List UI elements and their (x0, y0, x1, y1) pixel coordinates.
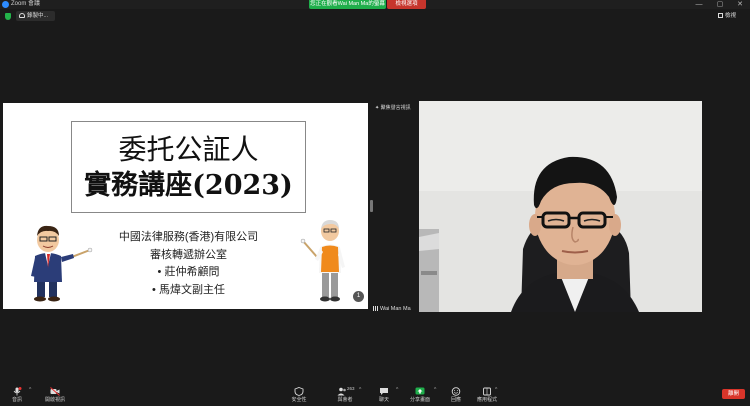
zoom-logo-icon (2, 1, 9, 8)
security-label: 安全性 (291, 397, 307, 403)
microphone-icon (13, 387, 22, 396)
recording-indicator[interactable]: 錄製中... (16, 11, 55, 21)
screen-share-notice: 您正在觀看Wai Man Ma的螢幕 (309, 0, 386, 9)
minimize-button[interactable]: — (689, 0, 709, 9)
video-label: 開啟視訊 (44, 397, 65, 403)
panel-resize-handle[interactable] (370, 200, 373, 212)
participants-label: 與會者 (337, 397, 353, 403)
maximize-button[interactable]: ▢ (710, 0, 730, 9)
participant-video[interactable] (419, 101, 702, 312)
share-label: 分享畫面 (409, 397, 430, 403)
participant-name-tag: Wai Man Ma (373, 305, 411, 314)
businessman-cartoon (31, 225, 93, 302)
reactions-button[interactable]: 回應 (445, 383, 467, 406)
meeting-toolbar: 音訊 ^ 開啟視訊 安全性 263 與會者 ^ 聊天 ^ 分享畫面 ^ 回應 應… (0, 383, 750, 406)
speaker-view-text: 聚焦發言視訊 (380, 105, 411, 111)
audio-button[interactable]: 音訊 (6, 383, 28, 406)
recording-label: 錄製中... (27, 13, 49, 19)
start-video-button[interactable]: 開啟視訊 (42, 383, 68, 406)
security-button[interactable]: 安全性 (288, 383, 310, 406)
chat-button[interactable]: 聊天 (373, 383, 395, 406)
slide-page-number: 1 (353, 291, 364, 302)
organization-name: 中國法律服務(香港)有限公司 (118, 231, 259, 243)
participants-count: 263 (347, 386, 355, 391)
view-label: 檢視 (725, 13, 737, 19)
participant-video-feed (419, 101, 702, 312)
speaker-one: • 莊仲希顧問 (157, 266, 220, 278)
camera-off-icon (50, 387, 60, 396)
window-title: Zoom 會議 (11, 1, 41, 7)
apps-label: 應用程式 (476, 397, 497, 403)
chat-bubble-icon (380, 388, 388, 395)
participant-name: Wai Man Ma (380, 306, 411, 312)
audio-options-chevron-icon[interactable]: ^ (29, 387, 31, 393)
speaker-two: • 馬煒文副主任 (152, 284, 225, 296)
cloud-record-icon (19, 13, 25, 18)
participants-options-chevron-icon[interactable]: ^ (359, 387, 361, 393)
signal-strength-icon (373, 306, 378, 311)
apps-icon (483, 387, 491, 396)
grid-view-icon (718, 13, 723, 18)
view-button[interactable]: 檢視 (718, 12, 746, 21)
chat-label: 聊天 (378, 397, 389, 403)
shared-screen-slide: 委托公証人 實務講座(2023) 中國法律服務(香港)有限公司 審核轉遞辦公室 … (3, 103, 368, 309)
smiley-icon (451, 387, 461, 396)
pin-icon: ✦ (375, 105, 380, 111)
close-button[interactable]: ✕ (730, 0, 750, 9)
window-title-bar: Zoom 會議 您正在觀看Wai Man Ma的螢幕 檢視選項 — ▢ ✕ (0, 0, 750, 9)
slide-title-box: 委托公証人 實務講座(2023) (71, 121, 306, 213)
shield-icon[interactable] (5, 13, 11, 20)
slide-title-line1: 委托公証人 (118, 133, 259, 166)
reactions-label: 回應 (450, 397, 461, 403)
share-screen-button[interactable]: 分享畫面 (407, 383, 433, 406)
speaker-view-label[interactable]: ✦ 聚焦發言視訊 (375, 104, 420, 113)
view-options-button[interactable]: 檢視選項 (387, 0, 426, 9)
leave-meeting-button[interactable]: 離開 (722, 389, 745, 399)
lecturer-cartoon (300, 220, 345, 302)
office-name: 審核轉遞辦公室 (150, 249, 227, 261)
slide-title-line2: 實務講座(2023) (84, 170, 293, 201)
share-screen-icon (415, 387, 425, 395)
participants-icon (337, 387, 346, 396)
participants-button[interactable]: 263 與會者 (332, 383, 358, 406)
share-options-chevron-icon[interactable]: ^ (434, 387, 436, 393)
security-shield-icon (294, 387, 304, 396)
apps-options-chevron-icon[interactable]: ^ (495, 387, 497, 393)
audio-label: 音訊 (11, 397, 22, 403)
chat-options-chevron-icon[interactable]: ^ (396, 387, 398, 393)
